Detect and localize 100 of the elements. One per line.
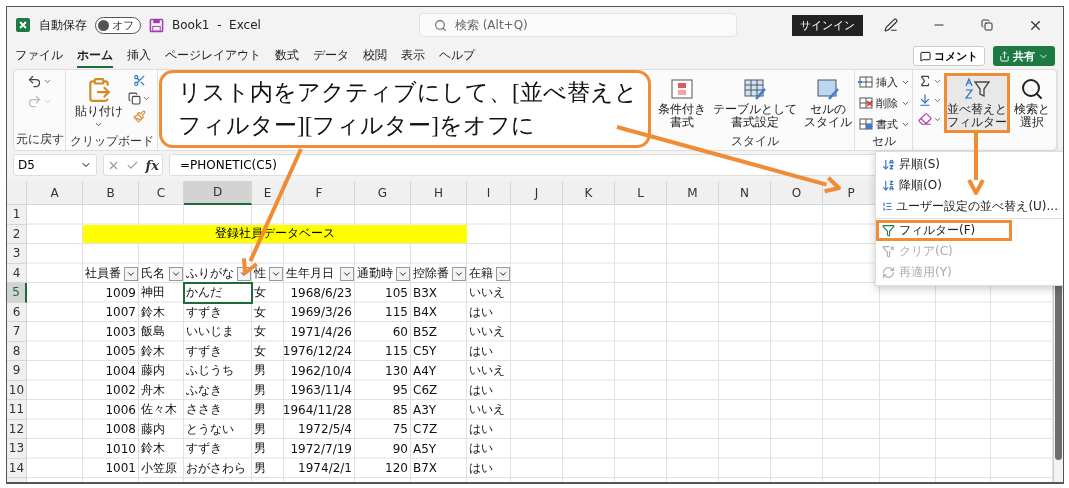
- search-icon: [433, 18, 447, 32]
- table-cell: 115: [385, 344, 408, 359]
- table-cell: はい: [469, 459, 493, 477]
- find-select-button[interactable]: 検索と 選択: [1011, 73, 1053, 134]
- fill-button[interactable]: [917, 92, 943, 108]
- ribbon-tab[interactable]: ファイル: [15, 44, 63, 68]
- table-cell: 舟木: [141, 381, 165, 399]
- ribbon-tab[interactable]: 校閲: [363, 44, 387, 68]
- table-cell: 1974/2/1: [298, 461, 352, 476]
- clear-button[interactable]: [917, 111, 943, 127]
- filter-dropdown-button[interactable]: [169, 266, 183, 281]
- filter-dropdown-button[interactable]: [124, 266, 138, 281]
- table-cell: 85: [392, 402, 408, 417]
- table-cell: 男: [254, 362, 266, 380]
- share-icon: [999, 50, 1010, 62]
- ribbon-tab[interactable]: ホーム: [77, 44, 113, 68]
- search-field[interactable]: 検索 (Alt+Q): [418, 13, 737, 37]
- filter-dropdown-button[interactable]: [340, 266, 354, 281]
- table-cell: 95: [392, 383, 408, 398]
- scissors-icon: [132, 74, 146, 87]
- table-cell: いいえ: [469, 401, 505, 419]
- table-cell: いいえ: [469, 284, 505, 302]
- table-cell: 藤内: [141, 420, 165, 438]
- table-cell: 男: [254, 459, 266, 477]
- style-button[interactable]: セルの スタイル: [800, 73, 855, 134]
- table-cell: はい: [469, 420, 493, 438]
- ribbon-tab[interactable]: 数式: [275, 44, 299, 68]
- ribbon-tab[interactable]: 挿入: [127, 44, 151, 68]
- table-cell: 1010: [105, 441, 136, 456]
- table-cell: 60: [392, 324, 408, 339]
- table-cell: 女: [254, 284, 266, 302]
- column-header[interactable]: D: [184, 181, 252, 205]
- table-cell: 男: [254, 440, 266, 458]
- cut-button[interactable]: [131, 73, 147, 88]
- column-heading: 性: [254, 264, 266, 282]
- table-cell: ふじうち: [186, 362, 234, 380]
- table-cell: 1009: [105, 285, 136, 300]
- ribbon-tab[interactable]: ヘルプ: [439, 44, 475, 68]
- filter-dropdown-button[interactable]: [496, 266, 510, 281]
- table-cell: 1006: [105, 402, 136, 417]
- excel-logo-icon: [15, 17, 31, 33]
- table-cell: 佐々木: [141, 401, 177, 419]
- copy-button[interactable]: [126, 91, 152, 106]
- table-cell: 115: [385, 305, 408, 320]
- group-label: 元に戻す: [16, 131, 63, 148]
- table-cell: 1964/11/28: [282, 402, 352, 417]
- table-cell: はい: [469, 342, 493, 360]
- group-label: セル: [870, 133, 897, 150]
- style-button[interactable]: 条件付き 書式: [654, 73, 709, 134]
- insert-cells-icon: [857, 74, 873, 90]
- eraser-icon: [918, 112, 932, 126]
- sign-in-button[interactable]: サインイン: [792, 14, 863, 36]
- table-cell: C6Z: [413, 383, 438, 398]
- conditional-format-icon: [669, 77, 694, 101]
- comment-button[interactable]: コメント: [913, 46, 985, 66]
- table-cell: 鈴木: [141, 440, 165, 458]
- sort-filter-icon: [963, 77, 991, 101]
- comment-icon: [920, 50, 931, 62]
- caret-icon: [43, 77, 52, 86]
- ribbon-tab[interactable]: ページレイアウト: [165, 44, 261, 68]
- filter-dropdown-button[interactable]: [452, 266, 466, 281]
- undo-button[interactable]: [26, 73, 53, 90]
- cells-button[interactable]: 書式: [856, 115, 911, 133]
- table-cell: いいじま: [186, 323, 234, 341]
- save-icon[interactable]: [149, 17, 164, 33]
- row-header[interactable]: 5: [7, 283, 27, 303]
- delete-cells-icon: [857, 95, 873, 111]
- cell-style-icon: [815, 77, 840, 101]
- sort-filter-button[interactable]: 並べ替えと フィルター: [944, 73, 1010, 134]
- table-cell: B5Z: [413, 324, 438, 339]
- table-cell: 女: [254, 303, 266, 321]
- column-heading: 氏名: [141, 264, 165, 282]
- table-cell: 女: [254, 342, 266, 360]
- table-cell: B7X: [413, 461, 438, 476]
- column-heading: 生年月日: [286, 264, 334, 282]
- table-cell: 1963/11/4: [290, 383, 352, 398]
- clear-filter-icon: [882, 245, 895, 258]
- ribbon-tab[interactable]: 表示: [401, 44, 425, 68]
- callout-text: リスト内をアクティブにして、[並べ替えと フィルター][フィルター]をオフに: [178, 78, 638, 140]
- copy-icon: [127, 92, 141, 105]
- style-button[interactable]: テーブルとして 書式設定: [709, 73, 800, 134]
- menu-item[interactable]: フィルター(F): [876, 220, 1012, 241]
- reapply-icon: [882, 266, 895, 279]
- group-label: スタイル: [729, 133, 780, 151]
- table-cell: ささき: [186, 401, 222, 419]
- table-cell: 1008: [105, 422, 136, 437]
- table-cell: C5Y: [413, 344, 437, 359]
- filter-dropdown-button[interactable]: [269, 266, 283, 281]
- filter-dropdown-button[interactable]: [396, 266, 410, 281]
- cells-button[interactable]: 削除: [856, 94, 911, 112]
- autosave-toggle[interactable]: オフ: [95, 16, 141, 34]
- share-button[interactable]: 共有: [993, 46, 1055, 66]
- insert-function-button[interactable]: fx: [145, 157, 159, 173]
- filter-icon: [882, 224, 895, 237]
- paste-button[interactable]: 貼り付け: [71, 73, 126, 134]
- table-cell: 90: [392, 441, 408, 456]
- table-cell: すずき: [186, 342, 222, 360]
- cells-button[interactable]: 挿入: [856, 73, 911, 91]
- ribbon-tab[interactable]: データ: [313, 44, 349, 68]
- name-box[interactable]: D5: [13, 154, 97, 176]
